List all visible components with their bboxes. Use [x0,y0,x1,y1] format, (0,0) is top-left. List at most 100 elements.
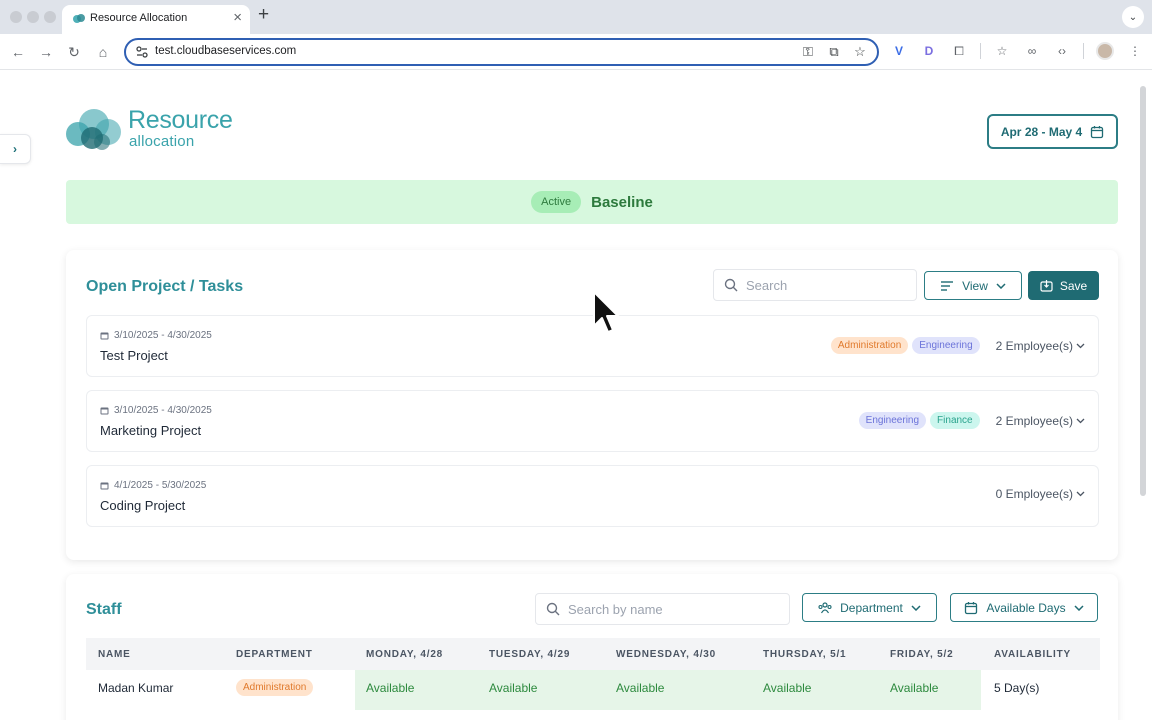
day-status[interactable]: Available [890,681,938,695]
projects-section-title: Open Project / Tasks [86,278,244,295]
calendar-icon [965,601,978,614]
project-date-range: 3/10/2025 - 4/30/2025 [114,405,212,416]
extension-star-icon[interactable]: ☆ [993,42,1011,60]
search-icon [546,602,560,616]
department-tag-finance: Finance [930,412,980,429]
staff-name: Madan Kumar [98,681,174,695]
page-scrollbar[interactable] [1140,86,1146,496]
department-filter-label: Department [840,600,903,615]
available-days-filter-button[interactable]: Available Days [950,593,1098,622]
tab-close-icon[interactable]: × [233,10,242,26]
window-close-button[interactable] [10,11,22,23]
save-button[interactable]: Save [1028,271,1099,300]
mouse-pointer-icon [593,291,619,333]
column-header-name[interactable]: NAME [98,649,131,660]
reload-icon[interactable]: ↻ [63,41,85,63]
password-key-icon[interactable]: ⚿ [801,44,815,60]
column-header-department[interactable]: DEPARTMENT [236,649,313,660]
day-status[interactable]: Available [763,681,811,695]
extension-d-icon[interactable]: D [920,42,938,60]
calendar-icon [1091,125,1104,138]
department-filter-button[interactable]: Department [802,593,937,622]
url-text: test.cloudbaseservices.com [155,45,297,57]
day-status[interactable]: Available [489,681,537,695]
employee-count: 0 Employee(s) [995,487,1073,501]
staff-card: Staff Department Available Days NAME DEP… [66,574,1118,720]
browser-menu-icon[interactable]: ⋮ [1126,42,1144,60]
column-header-thursday[interactable]: THURSDAY, 5/1 [763,649,846,660]
column-header-availability[interactable]: AVAILABILITY [994,649,1071,660]
project-search-box[interactable] [713,269,917,301]
new-tab-icon[interactable]: + [258,5,269,25]
project-name: Coding Project [100,498,186,513]
back-arrow-icon[interactable]: ← [7,41,29,63]
chevron-down-icon [1076,418,1085,423]
employee-count-toggle[interactable]: 2 Employee(s) [996,339,1085,353]
sidebar-expand-chevron-icon[interactable]: › [0,134,31,164]
project-dates: 4/1/2025 - 5/30/2025 [100,480,206,491]
install-app-icon[interactable]: ⧉ [827,44,841,60]
available-days-label: Available Days [986,600,1066,615]
team-users-icon [818,601,832,613]
address-bar[interactable]: test.cloudbaseservices.com ⚿ ⧉ ☆ [124,38,879,66]
browser-toolbar: ← → ↻ ⌂ test.cloudbaseservices.com ⚿ ⧉ ☆… [0,34,1152,70]
cloud-logo-icon [66,109,121,150]
staff-search-input[interactable] [568,601,768,617]
toolbar-separator [1083,43,1084,59]
status-badge: Active [531,191,582,213]
extensions-puzzle-icon[interactable]: ⧠ [950,42,968,60]
cloud-favicon-icon [73,14,85,23]
employee-count: 2 Employee(s) [995,338,1073,353]
staff-table-header: NAME DEPARTMENT MONDAY, 4/28 TUESDAY, 4/… [86,638,1100,670]
column-header-tuesday[interactable]: TUESDAY, 4/29 [489,649,570,660]
project-search-input[interactable] [746,277,896,293]
view-button-label: View [962,278,988,293]
chevron-down-icon [1074,604,1084,611]
table-row[interactable]: Madan Kumar Administration Available Ava… [86,670,1100,710]
availability-total: 5 Day(s) [994,681,1040,695]
column-header-monday[interactable]: MONDAY, 4/28 [366,649,443,660]
home-icon[interactable]: ⌂ [92,41,114,63]
date-range-picker[interactable]: Apr 28 - May 4 [987,114,1118,149]
extension-code-icon[interactable]: ‹› [1053,42,1071,60]
browser-tab-bar: Resource Allocation × + ⌄ [0,0,1152,34]
date-range-label: Apr 28 - May 4 [1000,124,1083,139]
project-date-range: 3/10/2025 - 4/30/2025 [114,330,212,341]
site-settings-icon[interactable] [135,45,149,59]
project-row-coding-project[interactable]: 4/1/2025 - 5/30/2025 Coding Project 0 Em… [86,465,1099,527]
app-logo: Resource allocation [64,106,244,154]
department-tag-engineering: Engineering [912,337,980,354]
calendar-small-icon [100,332,109,340]
availability-highlight [355,670,981,710]
staff-search-box[interactable] [535,593,790,625]
save-download-icon [1040,280,1053,292]
bookmark-star-icon[interactable]: ☆ [853,44,867,60]
browser-tab-resource-allocation[interactable]: Resource Allocation × [62,5,250,34]
column-header-friday[interactable]: FRIDAY, 5/2 [890,649,953,660]
toolbar-separator [980,43,981,59]
chevron-down-icon [996,282,1006,289]
staff-section-title: Staff [86,601,122,618]
calendar-small-icon [100,407,109,415]
project-name: Test Project [100,348,168,363]
extension-v-icon[interactable]: V [890,42,908,60]
logo-wordmark: Resource [128,106,233,134]
view-button[interactable]: View [924,271,1022,300]
project-row-marketing-project[interactable]: 3/10/2025 - 4/30/2025 Marketing Project … [86,390,1099,452]
profile-avatar[interactable] [1096,42,1114,60]
day-status[interactable]: Available [616,681,664,695]
employee-count-toggle[interactable]: 2 Employee(s) [996,414,1085,428]
window-minimize-button[interactable] [27,11,39,23]
tab-search-chevron-icon[interactable]: ⌄ [1122,6,1144,28]
window-maximize-button[interactable] [44,11,56,23]
extension-link-icon[interactable]: ∞ [1023,42,1041,60]
forward-arrow-icon[interactable]: → [35,41,57,63]
employee-count-toggle[interactable]: 0 Employee(s) [996,487,1085,501]
column-header-wednesday[interactable]: WEDNESDAY, 4/30 [616,649,716,660]
project-dates: 3/10/2025 - 4/30/2025 [100,405,212,416]
tab-title: Resource Allocation [90,12,188,24]
day-status[interactable]: Available [366,681,414,695]
save-button-label: Save [1059,278,1088,293]
project-name: Marketing Project [100,423,202,438]
department-tag-administration: Administration [830,337,909,354]
